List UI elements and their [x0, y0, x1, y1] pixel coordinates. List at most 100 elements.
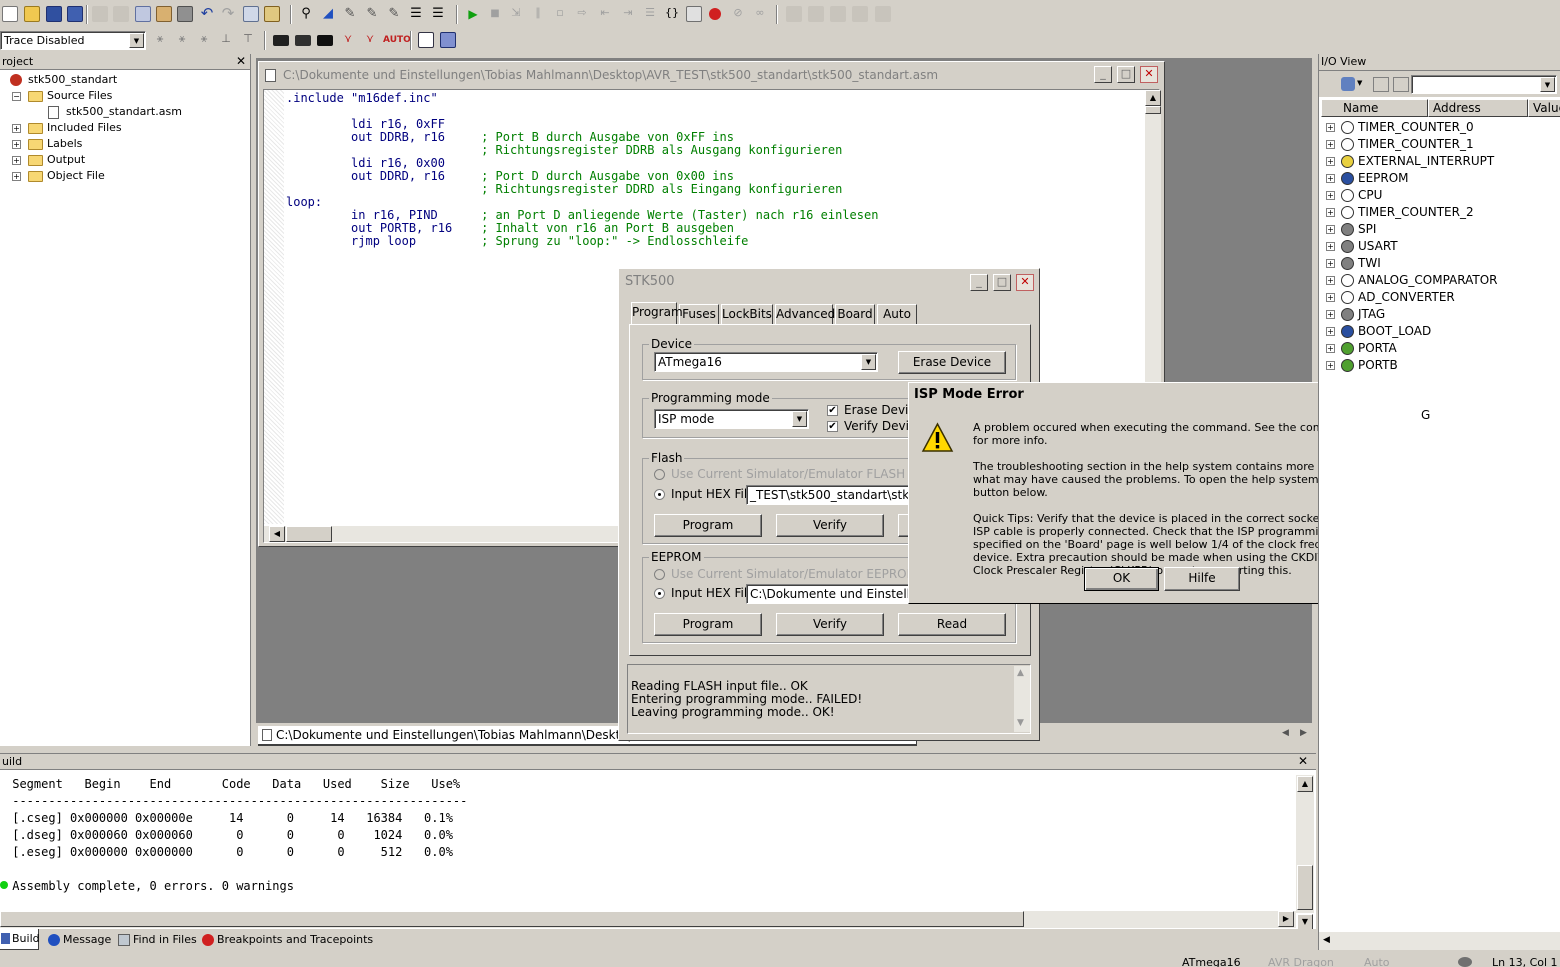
- tab-fuses[interactable]: Fuses: [679, 304, 719, 324]
- scroll-thumb[interactable]: [286, 526, 332, 542]
- tab-build[interactable]: Build: [0, 929, 40, 950]
- processor-icon[interactable]: [852, 6, 868, 22]
- cut-icon[interactable]: [113, 6, 129, 22]
- erase-device-button[interactable]: Erase Device: [898, 351, 1006, 374]
- scroll-down-icon[interactable]: ▼: [1017, 718, 1024, 728]
- open-file-icon[interactable]: [24, 6, 40, 22]
- chevron-down-icon[interactable]: ▼: [1540, 77, 1555, 92]
- windows-icon[interactable]: [243, 6, 259, 22]
- io-tree-view-icon[interactable]: [1373, 77, 1389, 92]
- scroll-up-icon[interactable]: ▲: [1297, 776, 1313, 792]
- step-into-icon[interactable]: ▫: [552, 6, 568, 22]
- io-search-select[interactable]: ▼: [1411, 75, 1557, 94]
- reset-icon[interactable]: ⇲: [508, 6, 524, 22]
- trace-up-icon[interactable]: ⊤: [240, 32, 256, 48]
- code-line[interactable]: .include "m16def.inc": [286, 92, 878, 105]
- expand-icon[interactable]: +: [12, 140, 21, 149]
- chevron-down-icon[interactable]: ▼: [1357, 79, 1362, 87]
- column-name[interactable]: Name: [1321, 99, 1428, 117]
- tab-program[interactable]: Program: [631, 302, 683, 324]
- redo-icon[interactable]: ↷: [220, 6, 236, 22]
- eeprom-program-button[interactable]: Program: [654, 613, 762, 636]
- scroll-down-icon[interactable]: ▼: [1297, 914, 1313, 930]
- scroll-up-icon[interactable]: ▲: [1017, 668, 1024, 678]
- tab-advanced[interactable]: Advanced: [775, 304, 835, 324]
- device-icon[interactable]: [295, 35, 311, 46]
- flash-input-hex-radio[interactable]: [654, 489, 665, 500]
- expand-icon[interactable]: +: [1326, 242, 1335, 251]
- use-sim-eeprom-radio[interactable]: [654, 569, 665, 580]
- io-filter-icon[interactable]: [1341, 77, 1355, 91]
- io-hscroll[interactable]: ◀: [1319, 932, 1560, 950]
- print-preview-icon[interactable]: [92, 6, 108, 22]
- expand-icon[interactable]: +: [1326, 208, 1335, 217]
- chevron-down-icon[interactable]: ▼: [792, 411, 807, 427]
- erase-device-checkbox[interactable]: ✔: [827, 405, 838, 416]
- register-icon[interactable]: [830, 6, 846, 22]
- expand-icon[interactable]: +: [1326, 174, 1335, 183]
- eeprom-verify-button[interactable]: Verify: [776, 613, 884, 636]
- save-all-icon[interactable]: [67, 6, 83, 22]
- trace-select[interactable]: Trace Disabled ▼: [0, 31, 146, 50]
- breakpoint-icon[interactable]: [709, 8, 721, 20]
- trace-add-icon[interactable]: ⚹: [196, 32, 212, 48]
- expand-icon[interactable]: +: [12, 156, 21, 165]
- find-replace-icon[interactable]: [264, 6, 280, 22]
- tab-scroll-left-icon[interactable]: ◀: [1282, 728, 1289, 738]
- ok-button[interactable]: OK: [1084, 567, 1159, 591]
- quickwatch-icon[interactable]: ∞: [752, 6, 768, 22]
- eeprom-read-button[interactable]: Read: [898, 613, 1006, 636]
- expand-icon[interactable]: +: [1326, 276, 1335, 285]
- scroll-right-icon[interactable]: ▶: [1278, 911, 1294, 927]
- io-list-view-icon[interactable]: [1393, 77, 1409, 92]
- close-icon[interactable]: ✕: [1140, 66, 1158, 83]
- stk500-icon[interactable]: [317, 35, 333, 46]
- binoculars-icon[interactable]: ⚲: [298, 6, 314, 22]
- braces-icon[interactable]: {}: [664, 6, 680, 22]
- expand-icon[interactable]: +: [1326, 140, 1335, 149]
- expand-icon[interactable]: +: [1326, 327, 1335, 336]
- tab-breakpoints[interactable]: Breakpoints and Tracepoints: [200, 931, 373, 949]
- stop-icon[interactable]: ■: [487, 6, 503, 22]
- trace-filter-icon[interactable]: ⚹: [152, 32, 168, 48]
- bookmark-clear-icon[interactable]: ✎: [386, 6, 402, 22]
- build-output[interactable]: Segment Begin End Code Data Used Size Us…: [5, 776, 467, 895]
- scroll-thumb[interactable]: [0, 911, 1024, 927]
- expand-icon[interactable]: +: [1326, 293, 1335, 302]
- scroll-thumb[interactable]: [1145, 106, 1161, 114]
- save-icon[interactable]: [46, 6, 62, 22]
- collapse-icon[interactable]: −: [12, 92, 21, 101]
- tab-find-in-files[interactable]: Find in Files: [116, 931, 197, 949]
- expand-icon[interactable]: +: [1326, 259, 1335, 268]
- find-in-files-icon[interactable]: ◢: [320, 6, 336, 22]
- minimize-icon[interactable]: _: [1094, 66, 1112, 83]
- expand-icon[interactable]: +: [12, 172, 21, 181]
- run-icon[interactable]: ▶: [465, 6, 481, 22]
- log-vscroll[interactable]: ▲ ▼: [1014, 666, 1030, 732]
- autostep-icon[interactable]: ☰: [642, 6, 658, 22]
- close-icon[interactable]: ✕: [1016, 274, 1034, 291]
- outdent-icon[interactable]: ☰: [430, 6, 446, 22]
- build-hscroll[interactable]: ▶: [0, 911, 1296, 928]
- tab-board[interactable]: Board: [835, 304, 875, 324]
- memory-icon[interactable]: [808, 6, 824, 22]
- device-select[interactable]: ATmega16 ▼: [654, 352, 878, 372]
- pause-icon[interactable]: ∥: [530, 6, 546, 22]
- tab-lockbits[interactable]: LockBits: [721, 304, 773, 324]
- disconnect-icon[interactable]: ⋎: [362, 32, 378, 48]
- flash-verify-button[interactable]: Verify: [776, 514, 884, 537]
- chevron-down-icon[interactable]: ▼: [129, 33, 144, 48]
- expand-icon[interactable]: +: [1326, 344, 1335, 353]
- stk500-log[interactable]: Reading FLASH input file.. OK Entering p…: [627, 664, 1031, 734]
- chip-icon[interactable]: [273, 35, 289, 46]
- build-vscroll[interactable]: ▲ ▼: [1296, 775, 1314, 930]
- scroll-left-icon[interactable]: ◀: [1323, 935, 1330, 945]
- tab-auto[interactable]: Auto: [877, 304, 917, 324]
- bookmark-next-icon[interactable]: ✎: [364, 6, 380, 22]
- print-icon[interactable]: [177, 6, 193, 22]
- code-lines[interactable]: .include "m16def.inc" ldi r16, 0xFF out …: [286, 92, 878, 248]
- expand-icon[interactable]: +: [12, 124, 21, 133]
- expand-icon[interactable]: +: [1326, 191, 1335, 200]
- trace-clear-icon[interactable]: ⚹: [174, 32, 190, 48]
- close-icon[interactable]: ✕: [236, 55, 246, 68]
